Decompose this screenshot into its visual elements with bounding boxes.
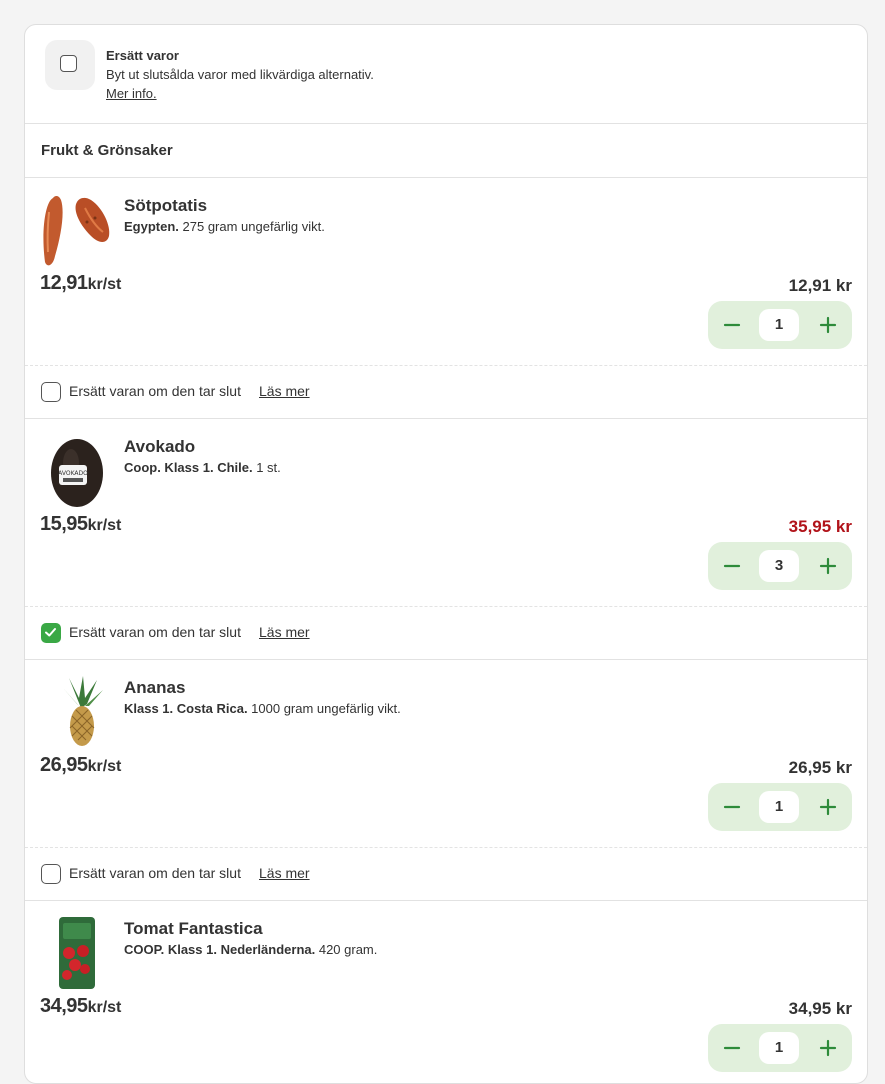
read-more-link[interactable]: Läs mer bbox=[259, 624, 310, 640]
product-description: Klass 1. Costa Rica. 1000 gram ungefärli… bbox=[124, 701, 401, 716]
decrease-quantity-button[interactable] bbox=[708, 301, 756, 349]
line-total: 12,91 kr bbox=[788, 276, 852, 295]
replace-item-checkbox[interactable] bbox=[41, 623, 61, 643]
replace-item-label: Ersätt varan om den tar slut bbox=[69, 865, 241, 881]
plus-icon bbox=[819, 1039, 837, 1057]
read-more-link[interactable]: Läs mer bbox=[259, 865, 310, 881]
product-item: Ananas Klass 1. Costa Rica. 1000 gram un… bbox=[25, 660, 867, 848]
product-item: AVOKADO Avokado Coop. Klass 1. Chile. 1 … bbox=[25, 419, 867, 607]
product-image-sweet-potato bbox=[39, 192, 111, 268]
product-name: Ananas bbox=[124, 678, 186, 697]
product-item: Tomat Fantastica COOP. Klass 1. Nederlän… bbox=[25, 901, 867, 1083]
section-title: Frukt & Grönsaker bbox=[25, 124, 867, 178]
increase-quantity-button[interactable] bbox=[804, 783, 852, 831]
decrease-quantity-button[interactable] bbox=[708, 783, 756, 831]
product-image-tomato bbox=[39, 915, 111, 991]
quantity-stepper: 1 bbox=[708, 301, 852, 349]
decrease-quantity-button[interactable] bbox=[708, 1024, 756, 1072]
substitute-goods-panel: Ersätt varor Byt ut slutsålda varor med … bbox=[25, 25, 867, 124]
plus-icon bbox=[819, 798, 837, 816]
replace-item-checkbox[interactable] bbox=[41, 864, 61, 884]
substitute-checkbox-container[interactable] bbox=[45, 40, 95, 90]
product-description: Egypten. 275 gram ungefärlig vikt. bbox=[124, 219, 325, 234]
line-total: 34,95 kr bbox=[788, 999, 852, 1018]
replace-item-label: Ersätt varan om den tar slut bbox=[69, 624, 241, 640]
replace-item-label: Ersätt varan om den tar slut bbox=[69, 383, 241, 399]
replace-item-row: Ersätt varan om den tar slut Läs mer bbox=[25, 848, 867, 901]
minus-icon bbox=[723, 323, 741, 327]
line-total: 26,95 kr bbox=[788, 758, 852, 777]
read-more-link[interactable]: Läs mer bbox=[259, 383, 310, 399]
cart-card: Ersätt varor Byt ut slutsålda varor med … bbox=[24, 24, 868, 1084]
product-description: COOP. Klass 1. Nederländerna. 420 gram. bbox=[124, 942, 378, 957]
substitute-text: Ersätt varor Byt ut slutsålda varor med … bbox=[106, 46, 374, 103]
product-image-pineapple bbox=[39, 674, 111, 750]
quantity-stepper: 1 bbox=[708, 783, 852, 831]
svg-text:AVOKADO: AVOKADO bbox=[58, 470, 88, 477]
product-name: Sötpotatis bbox=[124, 196, 208, 215]
checkmark-icon bbox=[45, 628, 56, 637]
unit-price: 34,95kr/st bbox=[40, 995, 122, 1017]
substitute-title: Ersätt varor bbox=[106, 48, 179, 63]
quantity-value[interactable]: 1 bbox=[759, 1032, 799, 1064]
replace-item-row: Ersätt varan om den tar slut Läs mer bbox=[25, 607, 867, 660]
quantity-value[interactable]: 1 bbox=[759, 309, 799, 341]
quantity-stepper: 1 bbox=[708, 1024, 852, 1072]
product-name: Tomat Fantastica bbox=[124, 919, 263, 938]
unit-price: 26,95kr/st bbox=[40, 754, 122, 776]
unit-price: 15,95kr/st bbox=[40, 513, 122, 535]
product-description: Coop. Klass 1. Chile. 1 st. bbox=[124, 460, 281, 475]
increase-quantity-button[interactable] bbox=[804, 1024, 852, 1072]
quantity-value[interactable]: 1 bbox=[759, 791, 799, 823]
minus-icon bbox=[723, 805, 741, 809]
increase-quantity-button[interactable] bbox=[804, 301, 852, 349]
minus-icon bbox=[723, 564, 741, 568]
increase-quantity-button[interactable] bbox=[804, 542, 852, 590]
substitute-description: Byt ut slutsålda varor med likvärdiga al… bbox=[106, 67, 374, 82]
line-total: 35,95 kr bbox=[788, 517, 852, 536]
replace-item-checkbox[interactable] bbox=[41, 382, 61, 402]
quantity-value[interactable]: 3 bbox=[759, 550, 799, 582]
unit-price: 12,91kr/st bbox=[40, 272, 122, 294]
substitute-checkbox[interactable] bbox=[60, 55, 77, 72]
replace-item-row: Ersätt varan om den tar slut Läs mer bbox=[25, 366, 867, 419]
minus-icon bbox=[723, 1046, 741, 1050]
plus-icon bbox=[819, 316, 837, 334]
product-item: Sötpotatis Egypten. 275 gram ungefärlig … bbox=[25, 178, 867, 366]
product-image-avocado: AVOKADO bbox=[39, 433, 111, 509]
more-info-link[interactable]: Mer info. bbox=[106, 84, 374, 103]
product-name: Avokado bbox=[124, 437, 196, 456]
plus-icon bbox=[819, 557, 837, 575]
decrease-quantity-button[interactable] bbox=[708, 542, 756, 590]
quantity-stepper: 3 bbox=[708, 542, 852, 590]
